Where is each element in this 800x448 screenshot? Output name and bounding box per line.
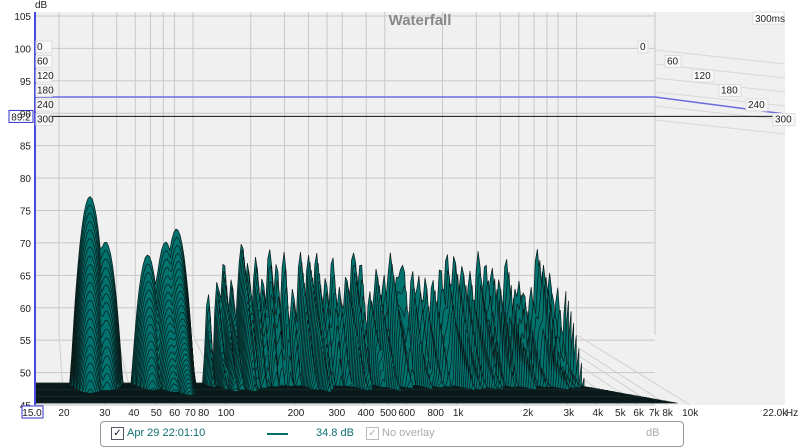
time-tick-label-right: 180 [721,86,738,97]
x-tick-label: 300 [328,408,345,419]
waterfall-chart: 89.2 dB Waterfall 1051009590858075706560… [8,0,798,419]
time-tick-label-right: 120 [694,71,711,82]
x-tick-label: 600 [398,408,415,419]
y-tick-label: 80 [20,174,32,185]
x-tick-label: 50 [151,408,163,419]
x-tick-label: 5k [615,408,627,419]
y-tick-label: 105 [14,12,31,23]
y-tick-label: 75 [20,207,32,218]
y-tick-label: 65 [20,271,32,282]
x-tick-label: 2k [523,408,535,419]
x-tick-label: 7k [649,408,661,419]
overlay-checkbox[interactable]: ✓ [366,427,379,440]
x-start-label: 15.0 [22,408,42,419]
time-tick-label-right: 240 [748,100,765,111]
x-tick-label: 1k [453,408,465,419]
y-tick-label: 50 [20,369,32,380]
y-tick-label: 85 [20,142,32,153]
y-tick-label: 70 [20,239,32,250]
time-tick-label-right: 300 [775,115,792,126]
legend-panel: ✓ Apr 29 22:01:10 34.8 dB ✓ No overlay d… [100,421,684,447]
x-unit-label: Hz [786,408,798,419]
time-tick-label-left: 180 [37,86,54,97]
measurement-checkbox[interactable]: ✓ [111,427,124,440]
x-end-label: 22.0k [763,408,788,419]
y-tick-label: 60 [20,304,32,315]
overlay-unit: dB [646,427,660,439]
time-axis-label: 300ms [755,14,785,25]
x-tick-label: 8k [662,408,674,419]
x-tick-label: 40 [128,408,140,419]
y-axis-unit: dB [35,0,48,11]
overlay-label[interactable]: No overlay [382,427,435,439]
time-tick-label-left: 120 [37,71,54,82]
y-tick-label: 90 [20,109,32,120]
time-tick-label-right: 0 [640,42,646,53]
measurement-line-swatch [267,433,288,435]
x-tick-label: 200 [288,408,305,419]
x-tick-label: 10k [682,408,699,419]
x-tick-label: 400 [357,408,374,419]
x-tick-label: 80 [198,408,210,419]
y-tick-label: 95 [20,77,32,88]
x-tick-label: 60 [169,408,181,419]
chart-title: Waterfall [389,12,452,29]
x-tick-label: 20 [58,408,70,419]
time-tick-label-right: 60 [667,57,679,68]
x-tick-label: 800 [427,408,444,419]
measurement-value: 34.8 dB [316,427,354,439]
time-tick-label-left: 240 [37,100,54,111]
x-tick-label: 70 [185,408,197,419]
time-tick-label-left: 60 [37,57,49,68]
x-tick-label: 30 [99,408,111,419]
x-tick-label: 500 [380,408,397,419]
time-tick-label-left: 300 [37,115,54,126]
x-tick-label: 6k [633,408,645,419]
time-tick-label-left: 0 [37,42,43,53]
y-tick-label: 100 [14,44,31,55]
x-tick-label: 100 [218,408,235,419]
x-tick-label: 4k [593,408,605,419]
y-tick-label: 55 [20,336,32,347]
measurement-name[interactable]: Apr 29 22:01:10 [127,427,205,439]
x-tick-label: 3k [564,408,576,419]
